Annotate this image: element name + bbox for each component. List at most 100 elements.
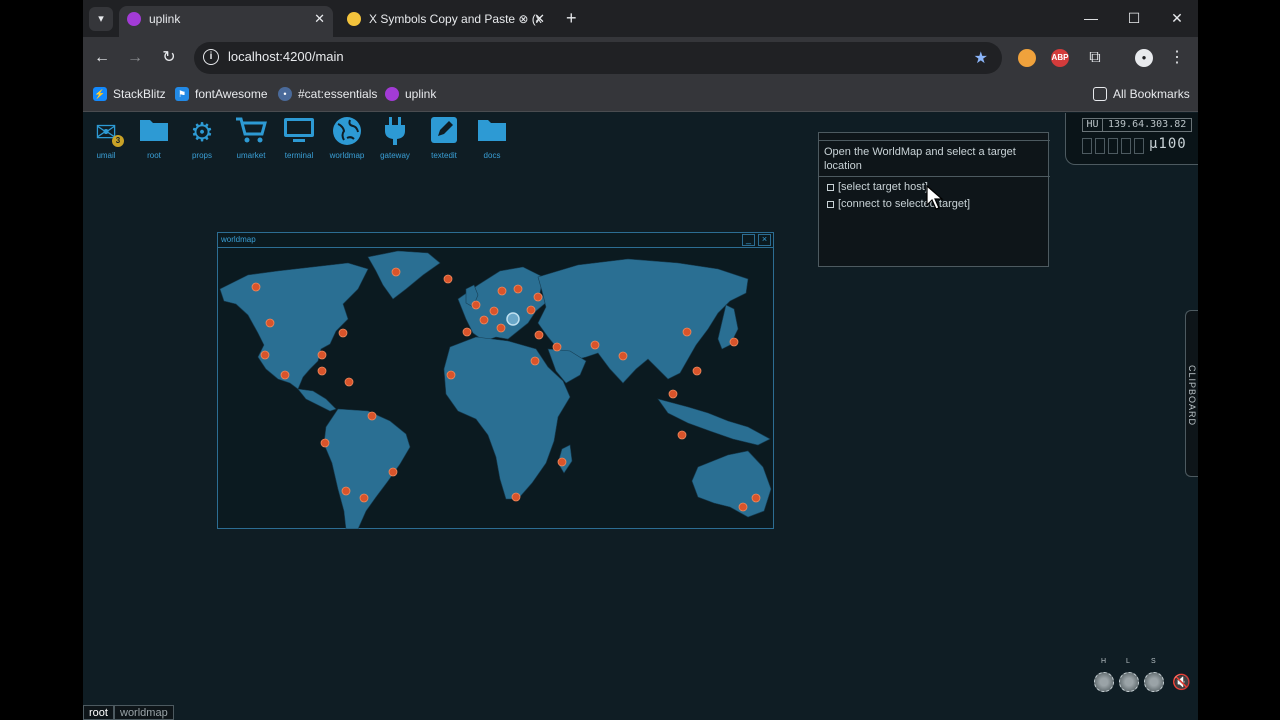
maximize-window-button[interactable]: ☐ [1119, 7, 1149, 29]
worldmap-window[interactable]: worldmap _ × [217, 232, 774, 529]
player-location-marker [506, 312, 520, 326]
minimize-window-button[interactable]: — [1076, 7, 1106, 29]
tab-uplink[interactable]: uplink ✕ [119, 6, 333, 37]
desktop-icon-textedit[interactable]: textedit [422, 116, 466, 160]
minimize-button[interactable]: _ [742, 234, 755, 246]
tab-search-button[interactable]: ▾ [89, 7, 113, 31]
bookmark-stackblitz[interactable]: ⚡ StackBlitz [93, 86, 166, 102]
close-icon[interactable]: ✕ [314, 6, 325, 32]
hud-segment [1121, 138, 1131, 154]
extension-icon[interactable] [1018, 49, 1036, 67]
map-node [388, 467, 398, 477]
world-map[interactable] [218, 249, 773, 529]
new-tab-button[interactable]: + [566, 7, 577, 29]
mouse-cursor-icon [926, 185, 944, 210]
extensions-puzzle-icon[interactable]: ⧉ [1084, 48, 1106, 68]
desktop-icon-terminal[interactable]: terminal [277, 116, 321, 160]
desktop-icon-umail[interactable]: ✉ 3 umail [84, 116, 128, 160]
australia-landmass [691, 450, 772, 518]
gear-icon: ⚙ [190, 117, 214, 147]
map-node [526, 305, 536, 315]
task-select-target-host[interactable]: [select target host] [827, 181, 928, 193]
hue-knob[interactable] [1094, 672, 1114, 692]
tab-x-symbols[interactable]: X Symbols Copy and Paste ⊗ (x ✕ [339, 6, 553, 37]
browser-window: ▾ uplink ✕ X Symbols Copy and Paste ⊗ (x… [83, 0, 1198, 720]
folder-icon [1093, 87, 1107, 101]
map-node [729, 337, 739, 347]
window-title[interactable]: worldmap [218, 233, 773, 248]
emoji-icon [347, 12, 361, 26]
task-connect-target[interactable]: [connect to selected target] [827, 198, 970, 210]
profile-avatar-icon[interactable]: ● [1135, 49, 1153, 67]
taskbar-item-root[interactable]: root [83, 705, 114, 720]
bookmark-uplink[interactable]: uplink [385, 86, 436, 102]
bookmark-star-icon[interactable]: ★ [974, 48, 988, 68]
bookmark-fontawesome[interactable]: ⚑ fontAwesome [175, 86, 268, 102]
bookmarks-bar: ⚡ StackBlitz ⚑ fontAwesome • #cat:essent… [83, 79, 1198, 112]
map-node [446, 370, 456, 380]
map-node [251, 282, 261, 292]
knob-label-h: H [1101, 658, 1107, 665]
mute-speaker-icon[interactable]: 🔇 [1172, 673, 1191, 691]
folder-icon [132, 116, 176, 148]
bookmark-label: uplink [405, 87, 437, 101]
map-node [677, 430, 687, 440]
bookmark-label: StackBlitz [113, 87, 166, 101]
adblock-extension-icon[interactable]: ABP [1051, 49, 1069, 67]
map-node [497, 286, 507, 296]
site-info-icon[interactable]: i [203, 49, 219, 65]
map-node [338, 328, 348, 338]
browser-menu-icon[interactable]: ⋮ [1166, 48, 1188, 68]
map-node [668, 389, 678, 399]
bookmark-cat-essentials[interactable]: • #cat:essentials [278, 86, 377, 102]
central-america-landmass [297, 388, 337, 412]
map-node [280, 370, 290, 380]
hud-segment [1108, 138, 1118, 154]
close-window-button[interactable]: ✕ [1162, 7, 1192, 29]
desktop-icon-label: terminal [284, 151, 314, 160]
mission-heading: Open the WorldMap and select a target lo… [819, 140, 1050, 177]
desktop-icon-gateway[interactable]: gateway [373, 116, 417, 160]
map-node [317, 350, 327, 360]
bookmark-label: #cat:essentials [298, 87, 378, 101]
desktop-icon-label: gateway [380, 151, 410, 160]
hud-panel: HU 139.64.303.82 µ100 [1065, 113, 1198, 165]
knob-label-l: L [1126, 658, 1130, 665]
close-icon[interactable]: ✕ [534, 6, 545, 32]
taskbar-item-worldmap[interactable]: worldmap [114, 705, 174, 720]
angular-icon [127, 12, 141, 26]
task-checkbox[interactable] [827, 201, 834, 208]
map-node [513, 284, 523, 294]
cat-icon: • [278, 87, 292, 101]
map-node [511, 492, 521, 502]
map-node [682, 327, 692, 337]
ip-display: HU 139.64.303.82 [1082, 118, 1192, 132]
tab-label: X Symbols Copy and Paste ⊗ (x [369, 12, 542, 26]
all-bookmarks-button[interactable]: All Bookmarks [1093, 86, 1190, 102]
reload-button[interactable]: ↻ [158, 48, 180, 68]
desktop-icon-label: textedit [431, 151, 457, 160]
forward-button[interactable]: → [124, 48, 146, 68]
bookmark-label: fontAwesome [195, 87, 268, 101]
back-button[interactable]: ← [91, 48, 113, 68]
desktop-icon-props[interactable]: ⚙ props [180, 116, 224, 160]
lightning-icon: ⚡ [93, 87, 107, 101]
map-node [479, 315, 489, 325]
saturation-knob[interactable] [1144, 672, 1164, 692]
envelope-icon: ✉ 3 [84, 116, 128, 148]
map-node [534, 330, 544, 340]
uplink-desktop: ✉ 3 umail root ⚙ props umarket terminal w… [83, 113, 1198, 720]
address-bar[interactable]: i localhost:4200/main ★ [194, 42, 1002, 74]
lightness-knob[interactable] [1119, 672, 1139, 692]
desktop-icon-worldmap[interactable]: worldmap [325, 116, 369, 160]
map-node [391, 267, 401, 277]
angular-icon [385, 87, 399, 101]
desktop-icon-docs[interactable]: docs [470, 116, 514, 160]
desktop-icon-root[interactable]: root [132, 116, 176, 160]
task-label: [connect to selected target] [838, 198, 971, 210]
clipboard-tab[interactable]: CLIPBOARD [1185, 310, 1198, 477]
close-button[interactable]: × [758, 234, 771, 246]
tab-bar: ▾ uplink ✕ X Symbols Copy and Paste ⊗ (x… [83, 0, 1198, 37]
task-checkbox[interactable] [827, 184, 834, 191]
desktop-icon-umarket[interactable]: umarket [229, 116, 273, 160]
